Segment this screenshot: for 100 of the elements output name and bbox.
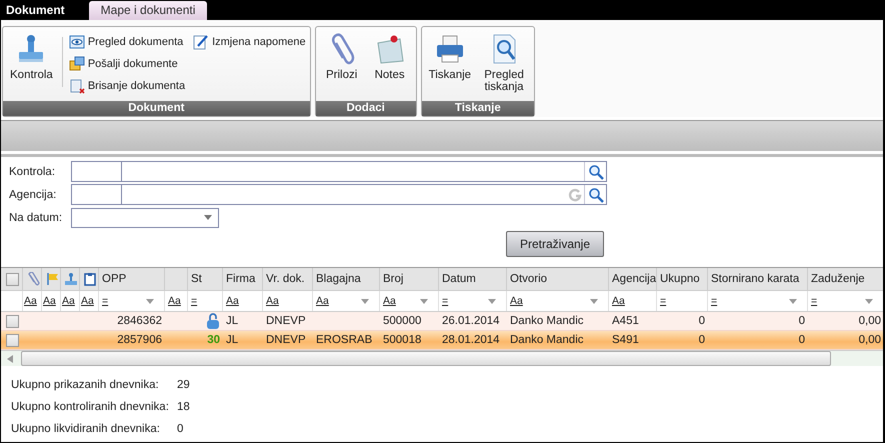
table-row[interactable]: 2846362 JL DNEVP 500000 26.01.2014 Danko Mandic A451 0 0 0,00 [1,312,883,331]
ribbon-button[interactable]: Izmjena napomene [193,31,306,53]
caret-icon[interactable] [865,298,873,304]
column-header[interactable]: Blagajna [316,273,361,285]
field-label: Kontrola: [9,166,56,178]
column-header[interactable]: Stornirano karata [711,273,800,285]
column-header[interactable]: OPP [102,273,126,285]
filter-operator[interactable]: Aa [168,295,181,307]
filter-operator[interactable]: = [711,295,718,307]
filter-operator[interactable]: = [442,295,448,307]
table-cell: JL [226,315,238,327]
table-cell: 2846362 [117,315,162,327]
row-checkbox[interactable] [6,314,19,328]
ribbon-button[interactable]: Notes [368,29,412,101]
table-cell: 500018 [383,334,422,346]
filter-operator[interactable]: = [191,295,198,307]
summary-label: Ukupno prikazanih dnevnika: [11,379,160,391]
summary-value: 29 [177,379,190,391]
ribbon-group: Tiskanje Pregled tiskanja Tiskanje [420,26,536,117]
column-header[interactable]: Vr. dok. [266,273,305,285]
filter-operator[interactable]: = [811,295,818,307]
ribbon-group: Prilozi Notes Dodaci [314,26,417,117]
table-cell: Danko Mandic [510,334,584,346]
table-cell: DNEVP [266,315,306,327]
caret-icon[interactable] [361,298,369,304]
ribbon-button[interactable]: Pregled tiskanja [478,29,530,101]
summary-label: Ukupno kontroliranih dnevnika: [11,401,170,413]
ribbon-button[interactable]: Kontrola [7,29,56,101]
table-cell: 0 [798,334,805,346]
ribbon-button[interactable]: Prilozi [320,29,364,101]
search-icon [588,164,604,180]
select-all-checkbox[interactable] [6,272,19,286]
search-button[interactable] [584,185,606,204]
filter-operator[interactable]: Aa [612,295,625,307]
filter-operator[interactable]: Aa [226,295,239,307]
clipboard-icon [83,272,97,286]
table-cell: 0,00 [858,334,881,346]
lookup-field[interactable] [71,161,607,182]
search-button[interactable]: Pretraživanje [506,231,604,257]
table-cell: S491 [612,334,639,346]
table-cell: 30 [207,334,220,346]
filter-operator[interactable]: Aa [81,295,94,307]
filter-operator[interactable]: Aa [316,295,329,307]
table-cell: 0 [698,334,705,346]
ribbon-button[interactable]: Brisanje dokumenta [68,75,186,97]
caret-icon[interactable] [146,298,154,304]
column-header[interactable]: Broj [383,273,404,285]
caret-icon[interactable] [789,298,797,304]
search-button[interactable] [584,162,606,181]
caret-icon[interactable] [590,298,598,304]
filter-operator[interactable]: Aa [383,295,396,307]
table-cell: 28.01.2014 [442,334,500,346]
column-header[interactable]: Ukupno [660,273,700,285]
summary-label: Ukupno likvidiranih dnevnika: [11,423,161,435]
summary-value: 0 [177,423,184,435]
ribbon-button[interactable]: Pregled dokumenta [68,31,186,53]
ribbon-tab[interactable]: Mape i dokumenti [88,1,208,20]
column-header[interactable]: Agencija [612,273,656,285]
table-cell: 500000 [383,315,422,327]
summary-value: 18 [177,401,190,413]
column-header[interactable]: Otvorio [510,273,548,285]
ribbon-button[interactable]: Tiskanje [426,29,474,101]
column-header[interactable]: Zaduženje [811,273,865,285]
date-dropdown[interactable] [71,208,219,228]
send-documents-icon [68,56,85,72]
column-header[interactable]: Datum [442,273,476,285]
filter-operator[interactable]: = [102,295,108,307]
reset-icon[interactable] [568,188,582,202]
delete-document-icon [68,78,85,94]
eye-icon [68,34,85,50]
table-cell: JL [226,334,238,346]
filter-operator[interactable]: Aa [43,295,56,307]
lookup-field[interactable] [71,184,607,205]
flag-icon [45,272,59,286]
caret-icon[interactable] [420,298,428,304]
scroll-left-icon[interactable] [7,354,13,362]
column-header[interactable]: St [191,273,202,285]
row-checkbox[interactable] [6,334,19,346]
column-header[interactable]: Firma [226,273,256,285]
table-cell: 0 [798,315,805,327]
filter-operator[interactable]: = [660,295,666,307]
ribbon-button[interactable]: Pošalji dokumente [68,53,186,75]
field-label: Na datum: [9,212,64,224]
scrollbar-thumb[interactable] [21,351,831,366]
stamp-icon [64,272,78,286]
caret-icon[interactable] [488,298,496,304]
filter-operator[interactable]: Aa [24,295,37,307]
filter-operator[interactable]: Aa [62,295,75,307]
table-cell: DNEVP [266,334,306,346]
filter-operator[interactable]: Aa [266,295,279,307]
filter-operator[interactable]: Aa [510,295,523,307]
table-row[interactable]: 2857906 30 JL DNEVP EROSRAB 500018 28.01.2014 Danko Mandic S491 0 0 0,00 [1,331,883,350]
ribbon-group: Kontrola Pregled dokumenta Pošalji dokumente Brisanje dokumenta Izmjena napomene Dokument [2,26,311,117]
paperclip-icon [26,272,40,286]
table-cell: 0,00 [858,315,881,327]
ribbon-tab[interactable]: Dokument [1,0,77,20]
field-label: Agencija: [9,188,58,200]
edit-note-icon [193,34,210,50]
search-icon [588,186,604,202]
table-cell: 0 [698,315,705,327]
